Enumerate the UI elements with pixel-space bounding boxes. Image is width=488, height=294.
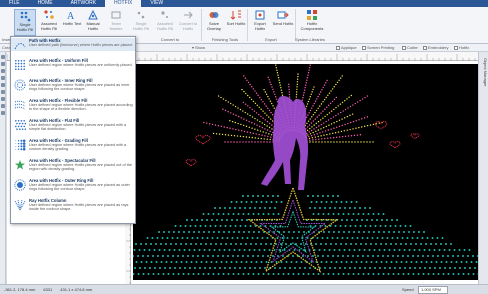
tab-hotfix[interactable]: HOTFIX xyxy=(105,0,142,7)
hotfix-check-icon xyxy=(454,46,458,50)
manual-hotfix-button[interactable]: Manual Hotfix xyxy=(82,9,104,36)
hotfix-text-icon: A xyxy=(66,9,78,21)
speed-label: Speed xyxy=(402,287,414,292)
hotfix-text-button[interactable]: A Hotfix Text xyxy=(61,9,83,36)
single-fill-disabled-icon xyxy=(135,9,147,21)
cutter-check-icon xyxy=(402,46,406,50)
speed-select[interactable]: 1.000 SPM xyxy=(418,286,448,294)
menu-item-inner-ring-fill[interactable]: Area with Hotfix - Inner Ring Fill User d… xyxy=(11,78,135,92)
star-outline xyxy=(247,185,339,273)
menu-item-path-with-hotfix[interactable]: Path with Hotfix User defined path (line/… xyxy=(11,38,135,51)
object-manager-panel[interactable]: Object Manager xyxy=(478,52,488,284)
screen-printing-check-icon xyxy=(362,46,366,50)
single-hotfix-fill-secondary-button[interactable]: Single Hotfix Fill xyxy=(130,9,152,36)
selection-size: 431.1 x 474.8 mm xyxy=(60,287,93,292)
hotfix-design-canvas[interactable] xyxy=(133,64,479,280)
measure-tool-icon[interactable] xyxy=(1,111,5,115)
export-hotfix-button[interactable]: Export Hotfix xyxy=(249,9,271,36)
hotfix-checkbox[interactable]: Hotfix xyxy=(454,45,469,51)
node-tool-icon[interactable] xyxy=(1,62,5,66)
menu-item-spectacular-fill[interactable]: Area with Hotfix - Spectacular Fill User … xyxy=(11,158,135,172)
svg-text:A: A xyxy=(67,11,75,21)
kissing-couple-silhouette xyxy=(261,96,309,190)
single-fill-icon xyxy=(19,10,31,22)
rhinestone-ground xyxy=(133,195,479,275)
eye-icon: ▾ xyxy=(192,45,195,50)
cursor-coords: -361.2, 178.4 mm xyxy=(4,287,36,292)
menu-item-flexible-fill[interactable]: Area with Hotfix - Flexible Fill User def… xyxy=(11,98,135,112)
ribbon-separator xyxy=(247,9,248,41)
manual-hotfix-icon xyxy=(87,9,99,21)
spectacular-fill-icon xyxy=(14,159,26,171)
status-bar: -361.2, 178.4 mm 6331 431.1 x 474.8 mm S… xyxy=(0,284,488,294)
screen-printing-checkbox[interactable]: Screen Printing xyxy=(362,45,394,51)
menu-item-outer-ring-fill[interactable]: Area with Hotfix - Outer Ring Fill User d… xyxy=(11,178,135,192)
group-label-finishing: Finishing Tools xyxy=(211,37,239,42)
group-label-convert: Convert to xyxy=(160,37,180,42)
app-window: FILE HOME ARTWORK HOTFIX VIEW Single Hot… xyxy=(0,0,488,294)
grading-fill-icon xyxy=(14,139,26,151)
tab-file[interactable]: FILE xyxy=(0,0,29,7)
assorted-fill-disabled-icon xyxy=(159,9,171,21)
assorted-hotfix-fill-button[interactable]: Assorted Hotfix Fill xyxy=(38,9,60,36)
convert-icon xyxy=(182,9,194,21)
solve-overlap-button[interactable]: Solve Overlap xyxy=(203,9,225,36)
object-manager-label: Object Manager xyxy=(483,58,488,87)
embroidery-check-icon xyxy=(423,46,427,50)
object-count: 6331 xyxy=(43,287,53,292)
inner-ring-fill-icon xyxy=(14,79,26,91)
sort-hotfix-button[interactable]: Sort Hotfix xyxy=(225,9,247,36)
menu-item-grading-fill[interactable]: Area with Hotfix - Grading Fill User defi… xyxy=(11,138,135,152)
applique-checkbox[interactable]: Applique xyxy=(336,45,357,51)
cutter-checkbox[interactable]: Cutter xyxy=(402,45,418,51)
sort-hotfix-icon xyxy=(230,9,242,21)
fill-tool-icon[interactable] xyxy=(1,104,5,108)
send-hotfix-button[interactable]: Send Hotfix xyxy=(272,9,294,36)
assorted-hotfix-fill-secondary-button[interactable]: Assorted Hotfix Fill xyxy=(154,9,176,36)
select-tool-icon[interactable] xyxy=(1,55,5,59)
uniform-fill-icon xyxy=(14,59,26,71)
ray-column-icon xyxy=(14,199,26,211)
tab-artwork[interactable]: ARTWORK xyxy=(62,0,105,7)
tab-view[interactable]: VIEW xyxy=(141,0,172,7)
menu-item-ray-hotfix-column[interactable]: Ray Hotfix Column User defined region whe… xyxy=(11,198,135,212)
ribbon-separator xyxy=(201,9,202,41)
export-hotfix-icon xyxy=(254,9,266,21)
pan-tool-icon[interactable] xyxy=(1,76,5,80)
menu-bar: FILE HOME ARTWORK HOTFIX VIEW xyxy=(0,0,488,7)
flat-fill-icon xyxy=(14,119,27,131)
embroidery-checkbox[interactable]: Embroidery xyxy=(423,45,448,51)
group-label-system-libraries: System Libraries xyxy=(295,37,325,42)
left-toolbar xyxy=(0,52,6,284)
zoom-tool-icon[interactable] xyxy=(1,69,5,73)
single-hotfix-fill-button[interactable]: Single Hotfix Fill xyxy=(14,9,36,36)
hotfix-design-artwork xyxy=(133,64,479,275)
team-names-icon xyxy=(110,9,122,21)
hotfix-fill-dropdown-menu: Path with Hotfix User defined path (line/… xyxy=(10,36,136,224)
menu-item-flat-fill[interactable]: Area with Hotfix - Flat Fill User defined… xyxy=(11,118,135,132)
flexible-fill-icon xyxy=(14,99,26,111)
shape-tool-icon[interactable] xyxy=(1,90,5,94)
outer-ring-fill-icon xyxy=(14,179,26,191)
team-names-button[interactable]: Team Names xyxy=(105,9,127,36)
tab-home[interactable]: HOME xyxy=(29,0,62,7)
text-tool-icon[interactable] xyxy=(1,83,5,87)
line-tool-icon[interactable] xyxy=(1,97,5,101)
path-hotfix-icon xyxy=(14,39,26,51)
hotfix-components-icon xyxy=(306,9,318,21)
show-dropdown[interactable]: ▾ Show xyxy=(192,45,205,51)
applique-check-icon xyxy=(336,46,340,50)
solve-overlap-icon xyxy=(208,9,220,21)
assorted-fill-icon xyxy=(43,9,55,21)
menu-item-uniform-fill[interactable]: Area with Hotfix - Uniform Fill User defi… xyxy=(11,58,135,71)
convert-to-hotfix-button[interactable]: Convert to Hotfix xyxy=(177,9,199,36)
hotfix-components-button[interactable]: Hotfix Components xyxy=(298,9,326,36)
send-hotfix-icon xyxy=(277,9,289,21)
